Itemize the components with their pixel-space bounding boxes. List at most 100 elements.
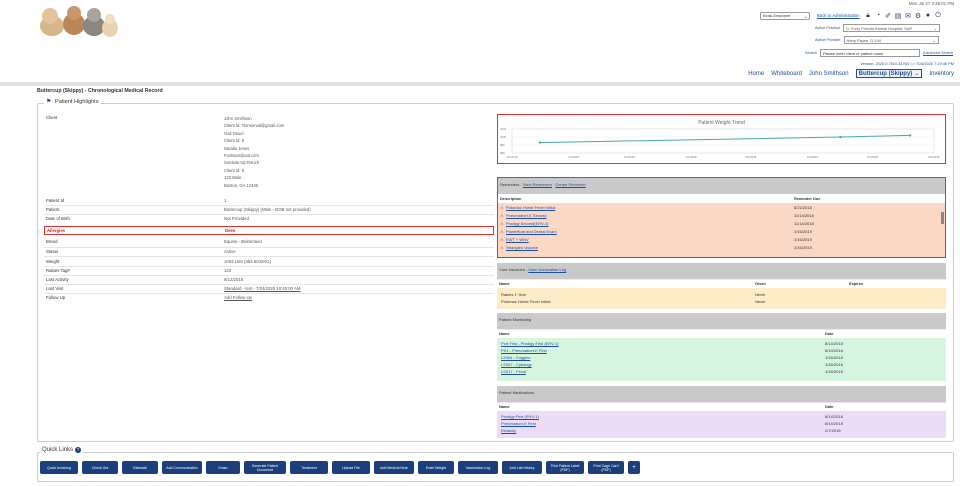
row-value: Dees: [225, 228, 236, 233]
active-provider-select[interactable]: Harry Pause, D.V.M. ⌄: [843, 36, 939, 44]
chevron-down-icon: ⌄: [803, 14, 807, 19]
history-icon[interactable]: ◔: [874, 11, 882, 20]
nav-whiteboard[interactable]: Whiteboard: [771, 71, 802, 77]
nav-patient-select[interactable]: Buttercup (Skippy) ⌄: [855, 69, 923, 78]
medication-link[interactable]: Prodigy First (EHV-1): [501, 414, 539, 419]
print-patient-label-button[interactable]: Print Patient Label (PDF): [546, 461, 584, 474]
reminder-due: 1/16/2019: [794, 229, 812, 234]
reminder-link[interactable]: Potomac Horse Fever Initial: [506, 205, 555, 210]
weight-chart-xticks: 1/1/2018 2/1/2018 3/1/2018 4/1/2018 5/1/2018…: [507, 155, 940, 159]
row-label: Follow Up: [46, 295, 66, 300]
vaccine-given: Never: [755, 299, 766, 304]
print-cage-card-button[interactable]: Print Cage Card (PDF): [588, 461, 624, 474]
kiosk-user-select[interactable]: Kiosk-Employee ⌄: [760, 12, 810, 20]
client-line: Natalie Jones: [224, 145, 250, 151]
view-vaccination-log-link[interactable]: View Vaccination Log: [528, 267, 566, 272]
x-tick-label: 7/1/2018: [867, 155, 878, 159]
nav-client[interactable]: John Smithson: [809, 71, 849, 77]
vaccination-log-button[interactable]: Vaccination Log: [458, 461, 498, 474]
power-icon[interactable]: ⏻: [934, 11, 942, 20]
client-line: 123 Main: [224, 175, 242, 181]
vaccine-given: Never: [755, 292, 766, 297]
add-lab-history-button[interactable]: Add Lab History: [502, 461, 542, 474]
nav-patient-label: Buttercup (Skippy): [858, 70, 913, 77]
quick-invoicing-button[interactable]: Quick Invoicing: [40, 461, 78, 474]
nav-inventory[interactable]: Inventory: [929, 71, 954, 77]
reminder-due: 8/21/2018: [794, 205, 812, 210]
medication-link[interactable]: Rivasoly: [501, 428, 516, 433]
reminder-link[interactable]: Pneumabort-K Second: [506, 213, 546, 218]
vaccine-row: Potomac Horse Fever Initial Never: [497, 298, 946, 306]
reminder-due: 11/14/2018: [794, 213, 814, 218]
nav-home[interactable]: Home: [748, 71, 764, 77]
header-divider: [0, 82, 960, 86]
warning-icon: ⚠: [500, 205, 504, 210]
gear-icon[interactable]: ⚙: [914, 11, 922, 20]
y-tick-label: 980: [500, 151, 505, 155]
reminder-row: ⚠ Prodigy Second(EHV-1) 11/14/2018: [498, 220, 945, 228]
monitoring-link[interactable]: L2064 - Coggins: [501, 355, 530, 360]
reminder-link[interactable]: Powerfloat and Dental Exam: [506, 229, 557, 234]
row-value: Buttercup (Skippy) (Male - DOB not provi…: [224, 207, 311, 212]
lock-icon[interactable]: 🔒︎: [864, 11, 872, 20]
x-tick-label: 4/1/2018: [686, 155, 697, 159]
check-out-button[interactable]: Check Out: [82, 461, 118, 474]
treatment-button[interactable]: Treatment: [290, 461, 328, 474]
chat-icon[interactable]: ●: [924, 11, 932, 20]
reminder-link[interactable]: Prodigy Second(EHV-1): [506, 221, 548, 226]
advanced-search-link[interactable]: Advanced Search: [923, 51, 953, 55]
weight-chart: 1010 1000 990 980 1/1/2018 2/1/2018 3/1/2018 4…: [500, 127, 940, 159]
quick-links-title: Quick Links: [42, 447, 74, 453]
warning-icon: ⚠: [500, 229, 504, 234]
monitoring-link[interactable]: Port First - Prodigy First (EHV-1): [501, 341, 559, 346]
reminder-row: ⚠ Potomac Horse Fever Initial 8/21/2018: [498, 204, 945, 212]
add-communication-button[interactable]: Add Communication: [162, 461, 202, 474]
row-value: 1: [224, 198, 227, 203]
monitoring-link[interactable]: LS067 - Cytology: [501, 362, 532, 367]
reminder-row: ⚠ Strangles Vaccine 1/16/2019: [498, 244, 945, 252]
add-medical-note-button[interactable]: Add Medical Note: [374, 461, 414, 474]
monitoring-link[interactable]: PK1 - Pneumabort-K First: [501, 348, 547, 353]
warning-icon: ⚠: [500, 213, 504, 218]
row-label: Patient: [46, 207, 60, 212]
back-to-administration-link[interactable]: Back to Administration: [817, 13, 860, 18]
add-follow-up-link[interactable]: Add Follow Up: [224, 295, 252, 300]
exam-button[interactable]: Exam: [206, 461, 240, 474]
header-toolbar: 🔒︎ ◔ ✐ ▤ ✉ ⚙ ● ⏻: [864, 11, 942, 20]
medication-link[interactable]: Pneumabort-K First: [501, 421, 536, 426]
y-tick-label: 1010: [500, 127, 507, 131]
weight-trend-panel: Patient Weight Trend 1010 1000 990 980 1/1/…: [497, 114, 946, 164]
reminder-link[interactable]: EWT + WNV: [506, 237, 529, 242]
estimate-button[interactable]: Estimate: [122, 461, 158, 474]
search-input[interactable]: Please enter client or patient name: [820, 49, 921, 57]
enter-weight-button[interactable]: Enter Weight: [418, 461, 454, 474]
last-visit-link[interactable]: Standard - test - 7/24/2020 10:45:00 AM: [224, 286, 300, 291]
client-line: Client Id: 8: [224, 138, 245, 144]
generate-patient-document-button[interactable]: Generate Patient Document: [244, 461, 286, 474]
upload-file-button[interactable]: Upload File: [332, 461, 370, 474]
reminder-row: ⚠ Powerfloat and Dental Exam 1/16/2019: [498, 228, 945, 236]
reminders-scrollbar[interactable]: [941, 212, 944, 224]
row-label: Date of Birth: [46, 216, 70, 221]
row-label: Status: [46, 249, 59, 254]
create-reminder-link[interactable]: Create Reminder: [555, 182, 585, 187]
patient-monitoring-panel: Patient Monitoring Name Date Port First …: [497, 313, 946, 381]
help-icon[interactable]: ?: [75, 447, 82, 453]
reminder-row: ⚠ Pneumabort-K Second 11/14/2018: [498, 212, 945, 220]
active-practice-value: D. Furry Friends Animal Hospital: SAP: [846, 25, 913, 31]
search-placeholder: Please enter client or patient name: [823, 50, 884, 56]
document-icon[interactable]: ▤: [894, 11, 902, 20]
monitoring-row: LS017 - Fecal 1/16/2018: [497, 368, 946, 376]
vaccines-columns: Name Given Expires: [497, 280, 946, 288]
pin-icon[interactable]: ✐: [884, 11, 892, 20]
mail-icon[interactable]: ✉: [904, 11, 912, 20]
row-label: Rabies Tag#: [46, 268, 70, 273]
reminder-link[interactable]: Strangles Vaccine: [506, 245, 538, 250]
active-practice-select[interactable]: D. Furry Friends Animal Hospital: SAP ⌄: [843, 24, 941, 32]
add-more-button[interactable]: +: [628, 461, 640, 474]
clock-datetime: Mon Jul 27 3:46:01 PM: [908, 1, 954, 6]
monitoring-link[interactable]: LS017 - Fecal: [501, 369, 526, 374]
view-reminders-link[interactable]: View Reminders: [523, 182, 552, 187]
col-date: Date: [825, 331, 834, 336]
row-label: Allergies: [47, 228, 66, 233]
